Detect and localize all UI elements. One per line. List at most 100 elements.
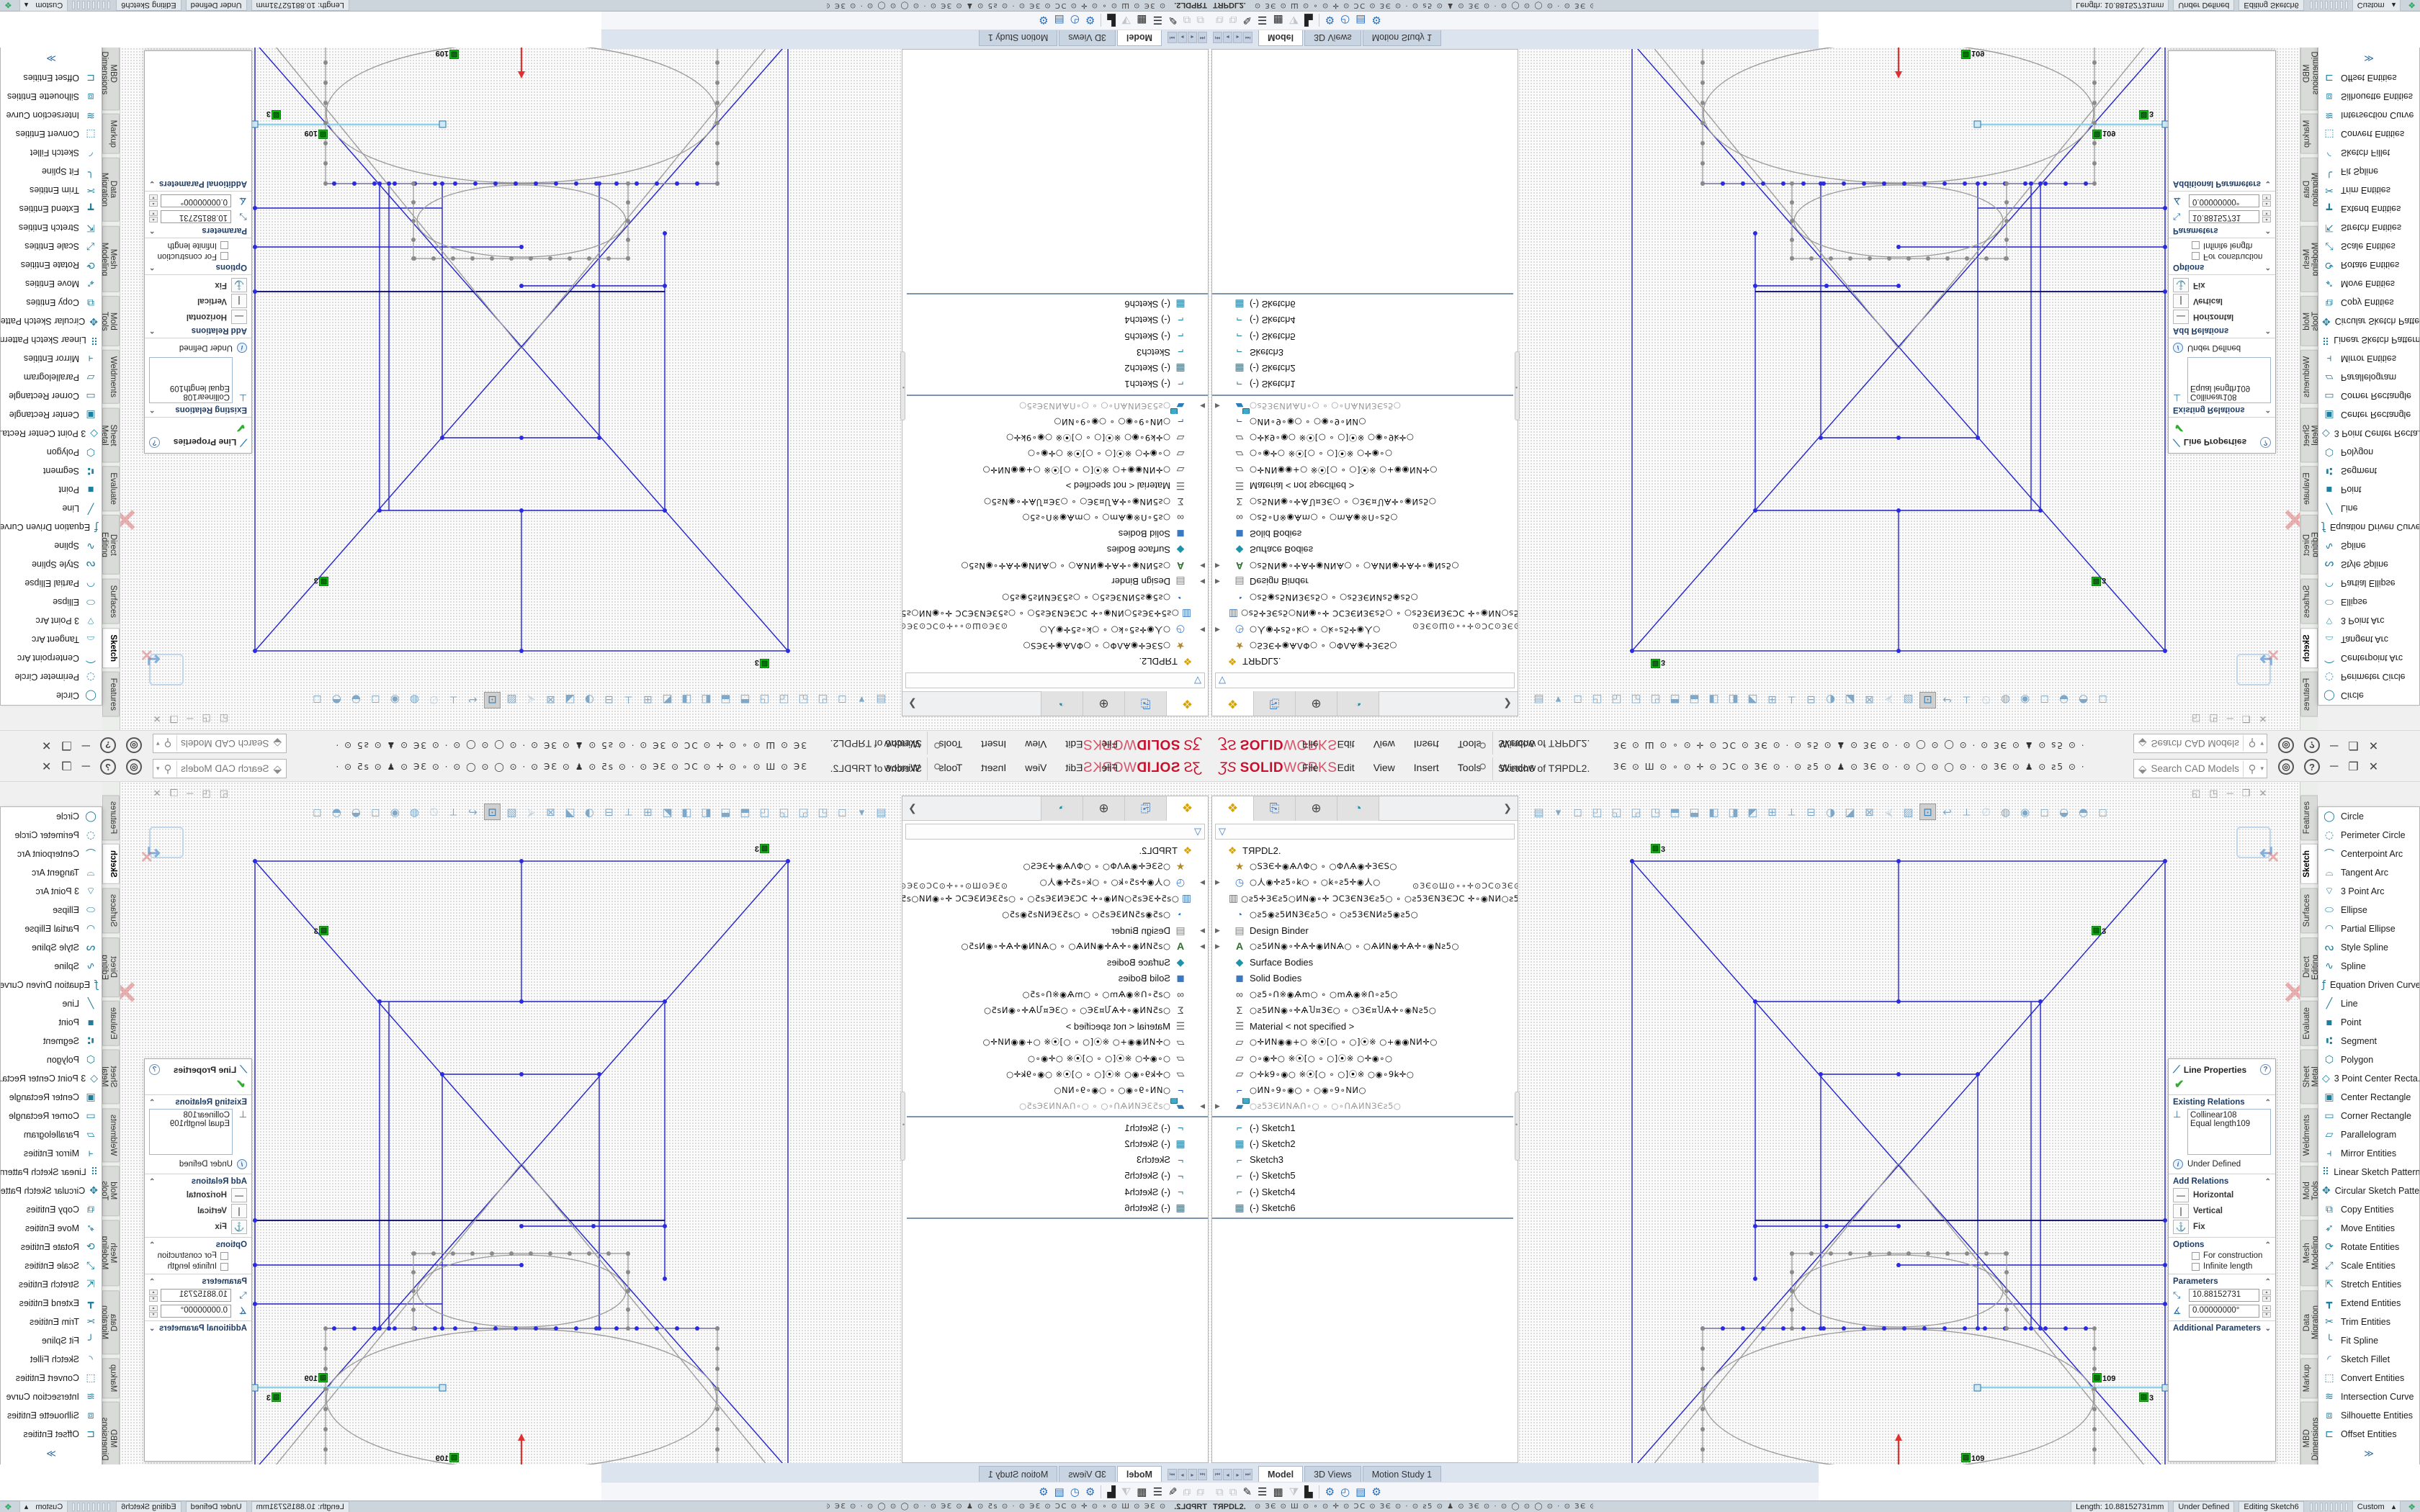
search-icon[interactable]: ⚲ [160, 761, 177, 777]
tree-item[interactable]: ▶ ▥ ○ƨ5✛ЗЄƨ5○ͶN◉∘✛ ϽϹЗЄNЗЄƨ5○ ∘ ○ƨ5ЗЄNЗЄ… [902, 891, 1208, 906]
view-toolbar-icon[interactable]: ◰ [815, 804, 831, 820]
tree-item[interactable]: ▶ ◔ ○ƨ5◉ƨ5ͶNЗЄƨ5○ ∘ ○ƨ5ЗЄNͶƨ5◉ƨ5○ [1212, 590, 1518, 606]
sketch-tool-item[interactable]: ⑆ Segment [2318, 1032, 2419, 1050]
collapse-icon[interactable]: ⌃ [2265, 264, 2271, 271]
tab-nav-icon[interactable]: ⏭ [1168, 32, 1177, 43]
checkbox-icon[interactable] [2192, 253, 2200, 261]
view-toolbar-icon[interactable]: ◧ [1706, 804, 1722, 820]
sketch-tool-item[interactable]: ⧉ Copy Entities [2318, 1200, 2419, 1219]
tree-item[interactable]: ▶ Σ ○ƨ5ͶN◉∘✛ѦႮ¤ЗЄ○ ∘ ○ЗЄ¤ႮѦ✛∘◉Nƨ5○ [902, 1002, 1208, 1018]
sketch-tool-item[interactable]: ƒ Equation Driven Curve [2318, 976, 2419, 994]
view-toolbar-icon[interactable]: ⊡ [1919, 692, 1936, 708]
tree-item[interactable]: ▶ ▥ ○ƨ5✛ЗЄƨ5○ͶN◉∘✛ ϽϹЗЄNЗЄƨ5○ ∘ ○ƨ5ЗЄNЗЄ… [1212, 891, 1518, 906]
tree-item[interactable]: ▶ ▱ ○✛ͶN◉◉+○ ※⦿[○ ∘ ○]⦿※ ○+◉◉NͶ✛○ [1212, 462, 1518, 478]
sketch-tool-item[interactable]: ◇ 3 Point Center Recta... [2318, 1069, 2419, 1088]
view-toolbar-icon[interactable]: ▤ [1531, 804, 1547, 820]
commandmanager-tab[interactable]: Markup [2300, 1358, 2318, 1398]
view-toolbar-icon[interactable]: ▨ [503, 692, 520, 708]
sketch-tool-item[interactable]: ⤢ Scale Entities [2318, 1256, 2419, 1275]
sketch-tool-item[interactable]: ⫞ Mirror Entities [1, 1144, 102, 1163]
tree-item[interactable]: ▶ ▤ Design Binder [902, 922, 1208, 938]
account-icon[interactable]: ◎ [126, 759, 142, 775]
view-toolbar-icon[interactable]: ⟂ [1783, 692, 1800, 708]
tab-propertymanager[interactable]: ⎘ [1124, 691, 1166, 716]
view-toolbar-icon[interactable]: ▾ [853, 804, 870, 820]
parameter-field[interactable]: 10.88152731 [2189, 1289, 2259, 1302]
child-restore-right-icon[interactable]: ◳ [2209, 788, 2218, 799]
view-toolbar-icon[interactable]: ⟂ [1783, 804, 1800, 820]
collapse-icon[interactable]: ⌃ [149, 1178, 155, 1186]
model-tab[interactable]: Model [1117, 1466, 1162, 1482]
ok-button[interactable]: ✔ [149, 420, 246, 435]
tab-nav-icon[interactable]: ◂ [1188, 32, 1197, 43]
view-toolbar-icon[interactable]: ◉ [2017, 804, 2033, 820]
relation-list-item[interactable]: Equal length109 [152, 1120, 230, 1128]
sketch-tool-item[interactable]: ⇱ Stretch Entities [1, 218, 102, 237]
sketch-tool-item[interactable]: ⌔ 3 Point Arc [2318, 611, 2419, 630]
view-toolbar-icon[interactable]: ◱ [1608, 692, 1625, 708]
annotation-toolbar-icon[interactable]: ◴ [1340, 1485, 1350, 1498]
sketch-tool-item[interactable]: ⌓ Tangent Arc [1, 630, 102, 649]
annotation-toolbar-icon[interactable]: ☰ [1153, 1485, 1162, 1498]
add-relation-button[interactable]: ⚓ Fix [2173, 1220, 2271, 1234]
sketch-tool-item[interactable]: ⠿ Linear Sketch Pattern [2318, 1163, 2419, 1182]
view-toolbar-icon[interactable]: ◻ [2094, 804, 2111, 820]
expand-arrow-icon[interactable]: ▶ [1215, 562, 1224, 570]
tree-item[interactable]: ▶ ⌐ ○ͶN∘9∘◉○ ∘ ○◉∘9∘NͶ○ [902, 414, 1208, 430]
sketch-tool-item[interactable]: ◠ Partial Ellipse [1, 574, 102, 593]
checkbox-icon[interactable] [220, 253, 228, 261]
menu-item[interactable]: Edit [1065, 762, 1083, 773]
search-dropdown-icon[interactable]: ▾ [153, 765, 160, 773]
commandmanager-tab[interactable]: Evaluate [2300, 467, 2318, 512]
tab-nav-icon[interactable]: ◂ [1223, 1469, 1232, 1480]
sketch-tool-item[interactable]: ⬚ Convert Entities [2318, 1369, 2419, 1387]
annotation-toolbar-icon[interactable]: ⧉ [1183, 1485, 1191, 1498]
annotation-toolbar-icon[interactable]: ▙ [1107, 1485, 1116, 1498]
child-minimize-icon[interactable]: ─ [2227, 713, 2233, 724]
annotation-toolbar-icon[interactable]: ⧉ [1196, 14, 1204, 27]
view-toolbar-icon[interactable]: ◓ [328, 692, 345, 708]
sketch-tool-item[interactable]: ╱ Line [1, 994, 102, 1013]
menu-item[interactable]: View [1025, 762, 1047, 773]
view-toolbar-icon[interactable]: ⟂ [445, 692, 462, 708]
annotation-toolbar-icon[interactable]: ▤ [1054, 14, 1065, 27]
exit-sketch-icon[interactable] [149, 654, 184, 685]
sketch-tool-item[interactable]: ◠ Partial Ellipse [2318, 574, 2419, 593]
commandmanager-tab[interactable]: Sketch [102, 844, 120, 884]
tree-item[interactable]: ▶ ★ ○ЅЗЄ✛◉ѦΛΦ○ ∘ ○ΦΛѦ◉✛ЗЄЅ○ [902, 638, 1208, 654]
view-toolbar-icon[interactable]: ⊡ [484, 804, 501, 820]
tab-configurationmanager[interactable]: ⊕ [1083, 796, 1124, 821]
sketch-tool-item[interactable]: ▭ Corner Rectangle [2318, 387, 2419, 405]
view-toolbar-icon[interactable]: ∅ [426, 804, 442, 820]
sketch-tool-item[interactable]: ᔓ Style Spline [2318, 938, 2419, 957]
tab-featuremanager-tree[interactable]: ❖ [1212, 691, 1254, 716]
cancel-sketch-icon[interactable]: ✕ [140, 645, 153, 664]
relation-button-icon[interactable]: — [231, 310, 247, 324]
view-toolbar-icon[interactable]: ⟂ [1958, 692, 1975, 708]
view-toolbar-icon[interactable]: ◻ [309, 692, 326, 708]
search-dropdown-icon[interactable]: ▾ [2260, 739, 2267, 747]
commandmanager-tab[interactable]: Sketch [102, 628, 120, 668]
sketch-tool-item[interactable]: ◜ Sketch Fillet [1, 1350, 102, 1369]
tab-nav-icon[interactable]: ⏮ [1213, 1469, 1222, 1480]
tab-propertymanager[interactable]: ⎘ [1254, 796, 1296, 821]
tree-item[interactable]: ▶ ⌐ (-) Sketch1 [902, 377, 1208, 392]
menu-item[interactable]: File [1302, 762, 1319, 773]
collapse-icon[interactable]: ⌃ [149, 1241, 155, 1249]
child-restore-right-icon[interactable]: ◳ [202, 713, 210, 724]
sketch-tool-item[interactable]: ◇ 3 Point Center Recta... [1, 424, 102, 443]
child-minimize-icon[interactable]: ─ [187, 788, 193, 799]
annotation-toolbar-icon[interactable]: ⧩ [1289, 14, 1299, 27]
sketch-tool-item[interactable]: ▱ Parallelogram [1, 368, 102, 387]
tree-item[interactable]: ▶ ☰ Material < not specified > [902, 478, 1208, 494]
view-toolbar-icon[interactable]: ◑ [581, 692, 598, 708]
commandmanager-tab[interactable]: Surfaces [2300, 579, 2318, 624]
model-tab[interactable]: Motion Study 1 [1363, 1466, 1441, 1482]
minimize-button[interactable]: ─ [82, 760, 90, 773]
quick-access-toolbar[interactable]: ЗЄ ⊙ Ш ⊙ ∘ ⊙ ✛ ⊙ ϽϹ ⊙ ЗЄ ⊙ ⋅ ⊙ ƨ5 ⊙ ♟ ⊙ … [331, 762, 807, 772]
tab-nav-icon[interactable]: ⏭ [1243, 1469, 1252, 1480]
collapse-icon[interactable]: ⌃ [2265, 1278, 2271, 1286]
option-checkbox[interactable]: For construction [2192, 252, 2271, 261]
cancel-sketch-icon[interactable]: ✕ [2267, 645, 2280, 664]
menu-item[interactable]: Edit [1065, 739, 1083, 750]
